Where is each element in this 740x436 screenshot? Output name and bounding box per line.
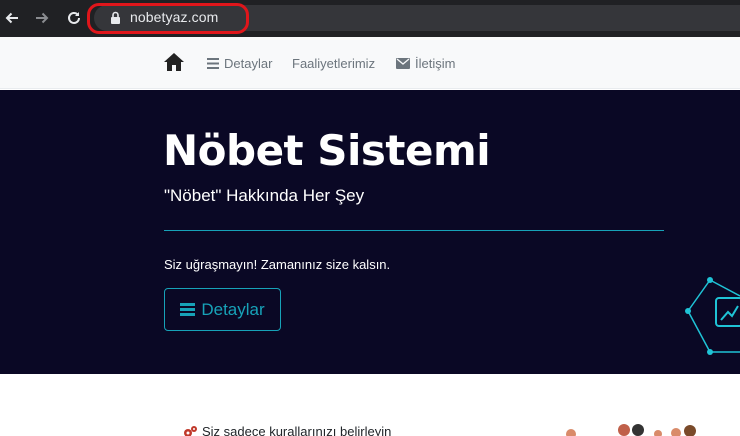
bars-icon [180, 303, 196, 316]
nav-link-detaylar[interactable]: Detaylar [207, 56, 272, 71]
feature-text: Siz sadece kurallarınızı belirleyin [202, 424, 392, 436]
bars-icon [207, 58, 219, 69]
reload-icon [68, 11, 80, 24]
feature-item: Siz sadece kurallarınızı belirleyin [183, 424, 391, 436]
hero-tagline: Siz uğraşmayın! Zamanınız size kalsın. [164, 257, 391, 272]
site-navbar: Detaylar Faaliyetlerimiz İletişim [0, 37, 740, 89]
url-highlight-annotation [87, 3, 249, 34]
back-button[interactable] [1, 7, 23, 29]
arrow-left-icon [5, 12, 18, 24]
hero-section: Nöbet Sistemi "Nöbet" Hakkında Her Şey S… [0, 90, 740, 374]
cogs-icon [184, 426, 197, 436]
details-button[interactable]: Detaylar [164, 288, 281, 331]
nav-link-label: Faaliyetlerimiz [292, 56, 376, 71]
reload-button[interactable] [63, 7, 85, 29]
arrow-right-icon [36, 12, 49, 24]
nav-link-faaliyetlerimiz[interactable]: Faaliyetlerimiz [292, 56, 375, 71]
browser-toolbar: nobetyaz.com [0, 0, 740, 37]
nav-link-label: Detaylar [224, 56, 273, 71]
envelope-icon [396, 58, 410, 69]
home-icon[interactable] [163, 52, 185, 76]
hexagon-chart-icon [680, 276, 740, 372]
people-illustration [560, 420, 730, 436]
hero-title: Nöbet Sistemi [163, 126, 491, 175]
forward-button[interactable] [31, 7, 53, 29]
nav-link-label: İletişim [415, 56, 456, 71]
details-button-label: Detaylar [201, 299, 265, 319]
hero-divider [164, 230, 664, 231]
nav-link-iletisim[interactable]: İletişim [396, 56, 455, 71]
hero-subtitle: "Nöbet" Hakkında Her Şey [164, 186, 365, 205]
